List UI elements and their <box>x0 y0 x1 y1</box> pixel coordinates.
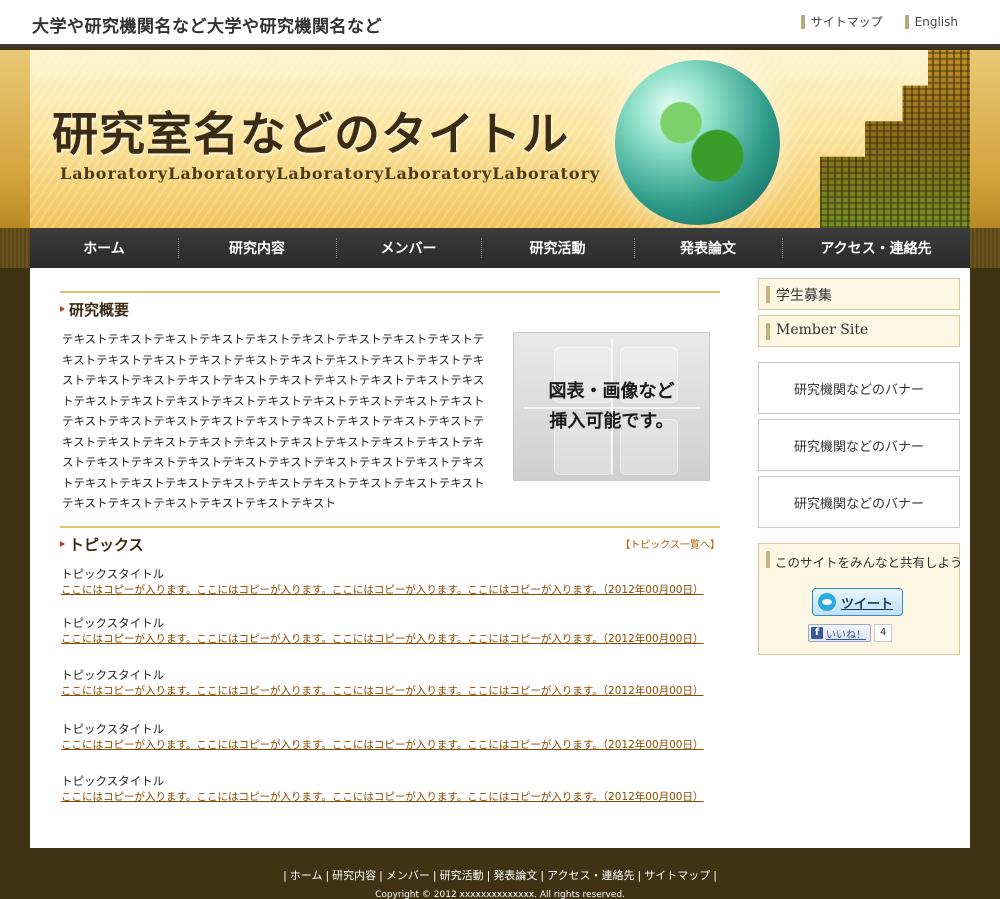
share-heading: このサイトをみんなと共有しよう <box>775 555 963 570</box>
footer-link-access[interactable]: アクセス・連絡先 <box>547 869 634 882</box>
sitemap-link[interactable]: サイトマップ <box>800 15 883 29</box>
topic-item: トピックスタイトル ここにはコピーが入ります。ここにはコピーが入ります。ここには… <box>61 567 731 598</box>
topic-item: トピックスタイトル ここにはコピーが入ります。ここにはコピーが入ります。ここには… <box>61 668 731 699</box>
topic-link[interactable]: ここにはコピーが入ります。ここにはコピーが入ります。ここにはコピーが入ります。こ… <box>61 737 731 753</box>
side-link-label: 学生募集 <box>776 288 832 304</box>
share-box: このサイトをみんなと共有しよう ツイート f いいね！ 4 <box>758 543 963 655</box>
topic-link[interactable]: ここにはコピーが入ります。ここにはコピーが入ります。ここにはコピーが入ります。こ… <box>61 631 731 647</box>
footer-nav: | ホーム | 研究内容 | メンバー | 研究活動 | 発表論文 | アクセス・連絡先 | サイトマップ… <box>283 869 717 882</box>
like-label: いいね！ <box>826 629 866 641</box>
site-subtitle: LaboratoryLaboratoryLaboratoryLaboratory… <box>60 164 601 183</box>
member-site-link[interactable]: Member Site <box>758 315 960 347</box>
tweet-label: ツイート <box>841 596 894 612</box>
footer-link-home[interactable]: ホーム <box>290 869 323 882</box>
label-bar <box>766 286 770 303</box>
twitter-bird-icon <box>818 593 836 611</box>
institution-name: 大学や研究機関名など大学や研究機関名など <box>32 17 382 37</box>
label-bar <box>766 323 770 340</box>
top-bar: 大学や研究機関名など大学や研究機関名など サイトマップ English <box>0 0 1000 47</box>
copyright: Copyright © 2012 xxxxxxxxxxxxxx. All rig… <box>375 890 625 899</box>
topics-list-link[interactable]: 【トピックス一覧へ】 <box>620 536 720 551</box>
topics-heading: トピックス <box>69 536 144 554</box>
footer-link-research[interactable]: 研究内容 <box>332 869 376 882</box>
figure-placeholder-image: 図表・画像など 挿入可能です。 <box>513 332 710 481</box>
topic-item: トピックスタイトル ここにはコピーが入ります。ここにはコピーが入ります。ここには… <box>61 774 731 805</box>
nav-item-activities[interactable]: 研究活動 <box>481 228 634 268</box>
topic-title: トピックスタイトル <box>61 567 165 581</box>
side-link-label: Member Site <box>776 322 869 338</box>
english-link[interactable]: English <box>904 15 958 29</box>
global-nav: ホーム 研究内容 メンバー 研究活動 発表論文 アクセス・連絡先 <box>30 228 970 268</box>
overview-header: 研究概要 <box>60 291 720 321</box>
nav-item-members[interactable]: メンバー <box>336 228 481 268</box>
buildings-image <box>820 50 970 228</box>
topics-header: トピックス 【トピックス一覧へ】 <box>60 526 720 556</box>
footer-link-sitemap[interactable]: サイトマップ <box>644 869 710 882</box>
nav-item-papers[interactable]: 発表論文 <box>634 228 782 268</box>
like-count: 4 <box>874 624 893 642</box>
topic-link[interactable]: ここにはコピーが入ります。ここにはコピーが入ります。ここにはコピーが入ります。こ… <box>61 683 731 699</box>
student-recruitment-link[interactable]: 学生募集 <box>758 278 960 310</box>
figure-caption: 図表・画像など 挿入可能です。 <box>548 381 675 432</box>
tweet-button[interactable]: ツイート <box>812 588 903 616</box>
topic-title: トピックスタイトル <box>61 722 165 736</box>
topic-title: トピックスタイトル <box>61 774 165 788</box>
main-content: 研究概要 テキストテキストテキストテキストテキストテキストテキストテキストテキス… <box>30 268 970 848</box>
topic-item: トピックスタイトル ここにはコピーが入ります。ここにはコピーが入ります。ここには… <box>61 722 731 753</box>
banner-link[interactable]: 研究機関などのバナー <box>758 476 960 528</box>
footer-link-activities[interactable]: 研究活動 <box>440 869 484 882</box>
banner-link[interactable]: 研究機関などのバナー <box>758 362 960 414</box>
nav-item-research[interactable]: 研究内容 <box>178 228 336 268</box>
nav-item-home[interactable]: ホーム <box>30 228 178 268</box>
banner-link[interactable]: 研究機関などのバナー <box>758 419 960 471</box>
nav-item-access[interactable]: アクセス・連絡先 <box>782 228 970 268</box>
topic-link[interactable]: ここにはコピーが入ります。ここにはコピーが入ります。ここにはコピーが入ります。こ… <box>61 789 731 805</box>
footer-link-papers[interactable]: 発表論文 <box>493 869 537 882</box>
overview-heading: 研究概要 <box>69 301 130 319</box>
site-title: 研究室名などのタイトル <box>52 107 569 161</box>
overview-text: テキストテキストテキストテキストテキストテキストテキストテキストテキストテキスト… <box>62 332 485 510</box>
header-banner: 研究室名などのタイトル LaboratoryLaboratoryLaborato… <box>30 50 970 228</box>
topic-link[interactable]: ここにはコピーが入ります。ここにはコピーが入ります。ここにはコピーが入ります。こ… <box>61 582 731 598</box>
triangle-marker-icon <box>60 306 65 312</box>
topic-title: トピックスタイトル <box>61 668 165 682</box>
facebook-icon: f <box>811 627 823 639</box>
label-bar <box>766 551 770 568</box>
triangle-marker-icon <box>60 541 65 547</box>
facebook-like: f いいね！ 4 <box>808 624 893 642</box>
topic-item: トピックスタイトル ここにはコピーが入ります。ここにはコピーが入ります。ここには… <box>61 616 731 647</box>
like-button[interactable]: f いいね！ <box>808 624 871 642</box>
footer-link-members[interactable]: メンバー <box>386 869 430 882</box>
top-links: サイトマップ English <box>800 15 958 29</box>
topic-title: トピックスタイトル <box>61 616 165 630</box>
globe-image <box>615 60 780 225</box>
